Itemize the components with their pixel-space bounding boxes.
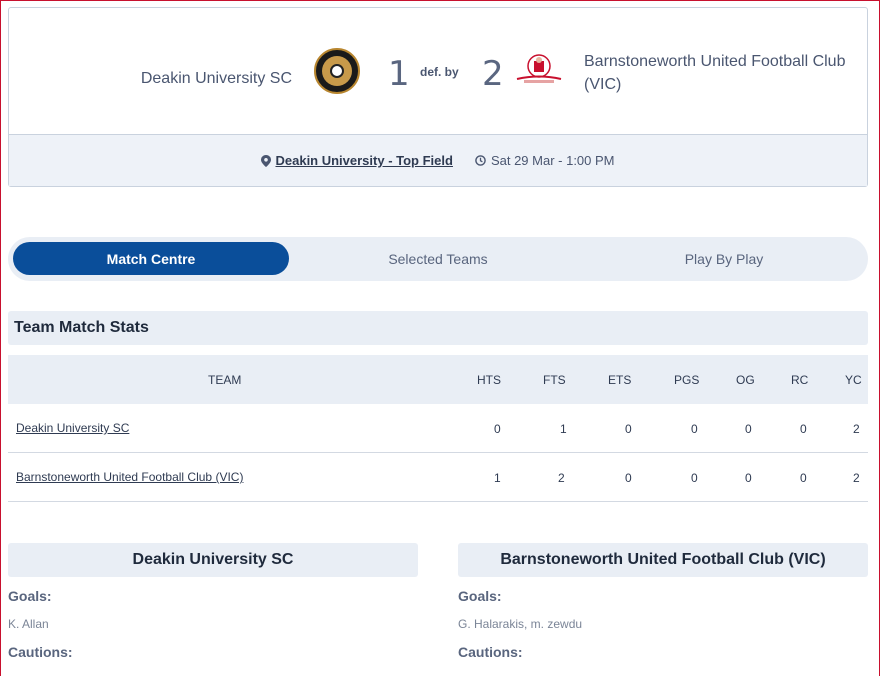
- away-team-logo: [514, 52, 564, 88]
- col-rc: RC: [791, 373, 809, 387]
- map-pin-icon: [261, 154, 272, 167]
- venue-link[interactable]: Deakin University - Top Field: [275, 153, 452, 168]
- home-team-logo: [314, 48, 360, 94]
- away-score: 2: [482, 54, 504, 94]
- cell-rc: 0: [800, 471, 807, 485]
- cell-og: 0: [745, 471, 752, 485]
- goals-list: K. Allan: [8, 617, 49, 631]
- cell-pgs: 0: [691, 471, 698, 485]
- cell-yc: 2: [853, 422, 860, 436]
- away-team-summary: Barnstoneworth United Football Club (VIC…: [458, 543, 868, 660]
- col-ets: ETS: [608, 373, 632, 387]
- match-tabs: Match Centre Selected Teams Play By Play: [8, 237, 868, 281]
- cautions-label: Cautions:: [8, 644, 73, 660]
- goals-label: Goals:: [458, 588, 502, 604]
- table-row: Deakin University SC 0 1 0 0 0 0 2: [8, 404, 868, 453]
- score-summary: Deakin University SC 1 def. by 2 Barnsto…: [9, 8, 867, 135]
- team-link[interactable]: Barnstoneworth United Football Club (VIC…: [16, 470, 243, 484]
- away-team-name[interactable]: Barnstoneworth United Football Club (VIC…: [584, 50, 854, 96]
- goals-label: Goals:: [8, 588, 52, 604]
- stats-section-title: Team Match Stats: [8, 311, 868, 345]
- home-score: 1: [388, 54, 410, 94]
- cell-hts: 0: [494, 422, 501, 436]
- clock-icon: [475, 155, 486, 166]
- away-summary-title: Barnstoneworth United Football Club (VIC…: [458, 543, 868, 577]
- datetime-text: Sat 29 Mar - 1:00 PM: [490, 153, 615, 168]
- stats-table-header: TEAM HTS FTS ETS PGS OG RC YC: [8, 355, 868, 404]
- cell-fts: 2: [558, 471, 565, 485]
- table-row: Barnstoneworth United Football Club (VIC…: [8, 453, 868, 502]
- cell-rc: 0: [800, 422, 807, 436]
- cell-pgs: 0: [691, 422, 698, 436]
- cell-hts: 1: [494, 471, 501, 485]
- col-fts: FTS: [543, 373, 566, 387]
- cell-ets: 0: [625, 471, 632, 485]
- team-link[interactable]: Deakin University SC: [16, 421, 129, 435]
- cell-yc: 2: [853, 471, 860, 485]
- cautions-label: Cautions:: [458, 644, 523, 660]
- result-text: def. by: [420, 65, 459, 79]
- venue-info: Deakin University - Top Field: [261, 153, 453, 168]
- cell-ets: 0: [625, 422, 632, 436]
- tab-selected-teams[interactable]: Selected Teams: [300, 242, 576, 275]
- cell-fts: 1: [560, 422, 567, 436]
- home-summary-title: Deakin University SC: [8, 543, 418, 577]
- col-og: OG: [736, 373, 755, 387]
- home-team-summary: Deakin University SC Goals: K. Allan Cau…: [8, 543, 418, 660]
- tab-play-by-play[interactable]: Play By Play: [586, 242, 862, 275]
- match-header-card: Deakin University SC 1 def. by 2 Barnsto…: [8, 7, 868, 187]
- col-yc: YC: [845, 373, 862, 387]
- home-team-name[interactable]: Deakin University SC: [141, 70, 292, 88]
- tab-match-centre[interactable]: Match Centre: [13, 242, 289, 275]
- goals-list: G. Halarakis, m. zewdu: [458, 617, 583, 631]
- match-datetime: Sat 29 Mar - 1:00 PM: [475, 153, 615, 168]
- col-hts: HTS: [477, 373, 501, 387]
- cell-og: 0: [745, 422, 752, 436]
- col-team: TEAM: [208, 373, 242, 387]
- match-info-bar: Deakin University - Top Field Sat 29 Mar…: [9, 134, 867, 186]
- col-pgs: PGS: [674, 373, 700, 387]
